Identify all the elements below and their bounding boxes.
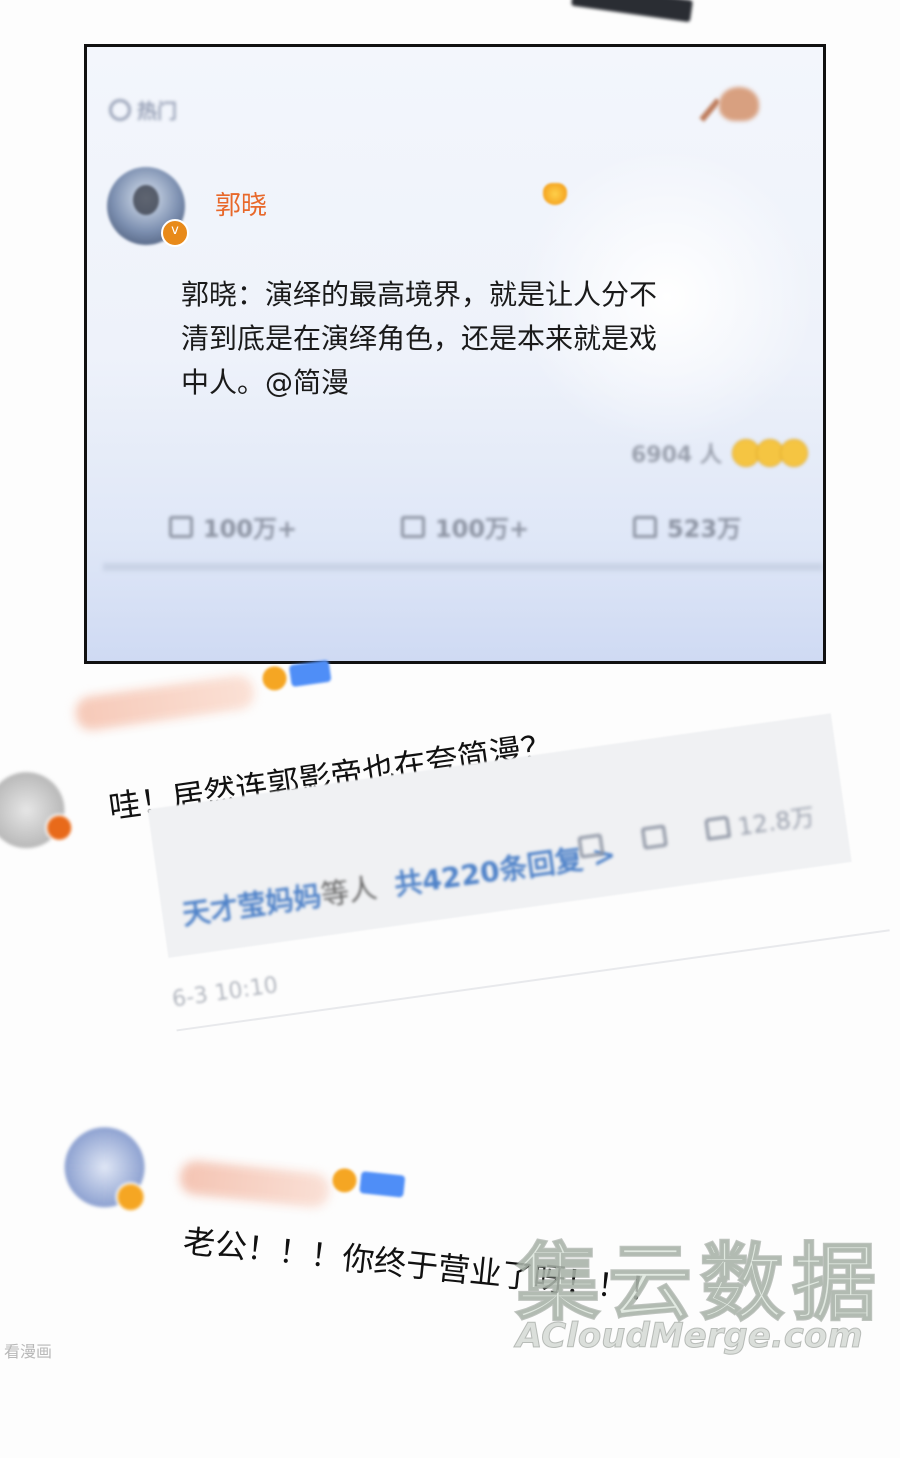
fan-badge: [359, 1171, 406, 1198]
watermark-corner: 看漫画: [4, 1342, 53, 1361]
watermark-url: ACloudMerge.com: [516, 1316, 864, 1357]
verified-badge-icon: v: [161, 219, 189, 247]
divider: [103, 563, 823, 571]
thumbs-up-icon: [704, 815, 732, 841]
decoration-stick: [699, 98, 721, 122]
decoration-pot-icon: [719, 87, 759, 121]
verified-badge-icon: [43, 811, 76, 844]
hot-tab[interactable]: 热门: [109, 95, 177, 124]
reactions-summary[interactable]: 6904 人: [631, 437, 808, 469]
reaction-count: 6904 人: [631, 443, 722, 468]
reaction-emoji-icons: [731, 439, 808, 467]
comment-timestamp: 6-3 10:10: [170, 973, 280, 1013]
post-text: 郭晓：演绎的最高境界，就是让人分不清到底是在演绎角色，还是本来就是戏中人。@简漫: [181, 278, 658, 399]
comment-icon[interactable]: [640, 824, 668, 850]
reply-others: 等人: [318, 871, 379, 912]
commenter-name-blurred[interactable]: [73, 673, 257, 733]
hot-icon: [109, 98, 131, 121]
commenter-badges: [260, 659, 332, 692]
repost-button[interactable]: 100万+: [168, 509, 298, 544]
commenter-avatar[interactable]: [0, 767, 76, 854]
crown-icon: [543, 183, 567, 205]
repost-count: 100万+: [202, 515, 298, 543]
reply-names[interactable]: 天才莹妈妈: [180, 879, 323, 931]
divider: [176, 929, 890, 1032]
like-count: 523万: [666, 515, 742, 543]
post-panel: 热门 v 郭晓 郭晓：演绎的最高境界，就是让人分不清到底是在演绎角色，还是本来就…: [84, 44, 826, 664]
verified-badge-icon: [114, 1180, 148, 1214]
repost-icon[interactable]: [577, 832, 605, 859]
commenter-badges: [331, 1167, 406, 1198]
commenter-name-blurred[interactable]: [178, 1159, 332, 1209]
comment-button[interactable]: 100万+: [400, 509, 530, 544]
commenter-avatar[interactable]: [60, 1123, 149, 1214]
repost-icon: [168, 515, 193, 538]
emoji-icon: [779, 439, 808, 467]
crown-icon: [331, 1167, 358, 1194]
background-fragment: [571, 0, 693, 23]
crown-icon: [260, 664, 289, 692]
reply-summary[interactable]: 天才莹妈妈等人 共4220条回复 >: [180, 833, 618, 933]
comment-count: 100万+: [434, 515, 530, 543]
hot-tab-label: 热门: [137, 99, 177, 123]
post-actions: 100万+ 100万+ 523万: [87, 509, 823, 544]
thumbs-up-icon: [632, 515, 657, 538]
comment-icon: [400, 515, 425, 538]
fan-badge: [288, 659, 332, 688]
like-button[interactable]: 523万: [632, 509, 742, 544]
author-name[interactable]: 郭晓: [215, 185, 267, 222]
author-avatar-wrap[interactable]: v: [107, 167, 189, 247]
